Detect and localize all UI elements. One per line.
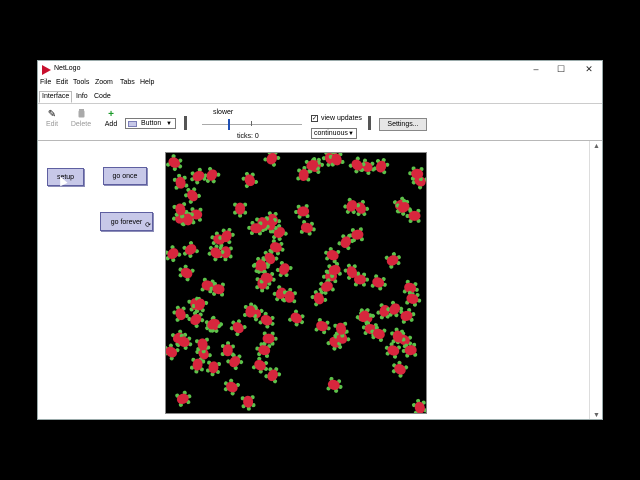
go-forever-button-label: go forever	[110, 219, 143, 226]
turtle	[166, 245, 182, 262]
turtle	[370, 274, 387, 291]
button-widget-icon	[128, 121, 137, 127]
turtle	[264, 367, 282, 384]
trash-icon	[68, 109, 94, 121]
close-button[interactable]: ✕	[579, 63, 599, 76]
menu-bar: File Edit Tools Zoom Tabs Help	[38, 78, 602, 90]
speed-slider-thumb[interactable]	[228, 119, 230, 130]
turtle	[229, 319, 247, 337]
tab-bar: Interface Info Code	[38, 91, 602, 104]
turtle	[299, 220, 316, 236]
turtle	[288, 309, 305, 327]
edit-label: Edit	[45, 121, 59, 128]
netlogo-logo-icon	[42, 65, 51, 75]
menu-tools[interactable]: Tools	[73, 79, 89, 86]
edit-button[interactable]: ✎ Edit	[39, 109, 65, 128]
world-view[interactable]	[165, 152, 427, 414]
scroll-up-icon[interactable]: ▲	[593, 143, 600, 150]
go-once-button[interactable]: go once	[103, 167, 147, 185]
update-mode-select[interactable]: continuous ▼	[311, 128, 357, 139]
turtle	[189, 357, 206, 374]
speed-slider-track[interactable]	[202, 124, 302, 125]
menu-tabs[interactable]: Tabs	[120, 79, 135, 86]
add-label: Add	[104, 121, 118, 128]
menu-file[interactable]: File	[40, 79, 51, 86]
turtle	[262, 331, 278, 346]
turtle	[243, 302, 258, 319]
ticks-counter: ticks: 0	[237, 133, 259, 140]
go-forever-button[interactable]: go forever ⟳	[100, 212, 153, 231]
turtle	[166, 154, 183, 171]
vertical-scrollbar[interactable]: ▲ ▼	[589, 141, 602, 419]
turtle	[233, 202, 248, 218]
tab-interface[interactable]: Interface	[39, 91, 73, 103]
maximize-button[interactable]: ☐	[551, 63, 571, 76]
turtle	[411, 398, 426, 413]
menu-zoom[interactable]: Zoom	[95, 79, 113, 86]
pencil-icon: ✎	[47, 109, 57, 120]
turtle	[324, 247, 341, 264]
turtle	[178, 264, 195, 282]
turtle	[205, 360, 222, 377]
turtle	[384, 252, 401, 269]
turtle	[247, 220, 263, 236]
toolbar-separator	[184, 116, 187, 130]
turtle	[190, 167, 207, 185]
widget-type-label: Button	[141, 120, 162, 127]
turtle	[372, 158, 390, 175]
turtle	[241, 171, 258, 188]
turtle	[220, 341, 235, 357]
scroll-down-icon[interactable]: ▼	[593, 412, 600, 419]
turtle	[182, 241, 199, 258]
view-updates-checkbox[interactable]: ✓	[311, 115, 318, 122]
turtle	[263, 153, 281, 167]
menu-edit[interactable]: Edit	[56, 79, 68, 86]
speed-slider-center-tick	[251, 121, 252, 126]
interface-canvas: setup go once go forever ⟳	[38, 141, 602, 419]
turtle	[204, 315, 222, 333]
chevron-down-icon: ▼	[166, 121, 172, 127]
menu-help[interactable]: Help	[140, 79, 154, 86]
interface-toolbar: ✎ Edit Delete + Add Button ▼ slower tick…	[38, 104, 602, 141]
tab-info[interactable]: Info	[74, 92, 90, 102]
update-mode-label: continuous	[314, 130, 348, 137]
netlogo-window: NetLogo – ☐ ✕ File Edit Tools Zoom Tabs …	[37, 60, 603, 420]
turtle	[314, 318, 331, 335]
turtle	[405, 208, 421, 223]
turtle	[172, 173, 189, 190]
turtle	[172, 305, 189, 322]
delete-button[interactable]: Delete	[68, 109, 94, 128]
go-once-button-label: go once	[112, 173, 138, 180]
loop-icon: ⟳	[145, 222, 151, 229]
widget-type-select[interactable]: Button ▼	[125, 118, 176, 129]
view-updates-label: view updates	[321, 115, 362, 122]
toolbar-separator	[368, 116, 371, 130]
turtle	[184, 187, 201, 204]
turtle-world	[166, 153, 426, 413]
turtle	[391, 360, 409, 378]
speed-label: slower	[213, 109, 234, 116]
turtle	[240, 395, 256, 411]
settings-button[interactable]: Settings...	[379, 118, 427, 131]
turtle	[275, 261, 293, 278]
title-bar: NetLogo – ☐ ✕	[38, 61, 602, 78]
minimize-button[interactable]: –	[526, 63, 546, 76]
chevron-down-icon: ▼	[348, 131, 354, 137]
delete-label: Delete	[70, 121, 92, 128]
plus-icon: +	[108, 109, 114, 120]
tab-code[interactable]: Code	[92, 92, 113, 102]
turtle	[326, 376, 343, 393]
add-button[interactable]: + Add	[98, 109, 124, 128]
window-title: NetLogo	[54, 65, 81, 72]
turtle	[175, 390, 192, 407]
turtle	[355, 308, 373, 325]
turtle	[294, 204, 310, 219]
turtle	[223, 378, 240, 396]
